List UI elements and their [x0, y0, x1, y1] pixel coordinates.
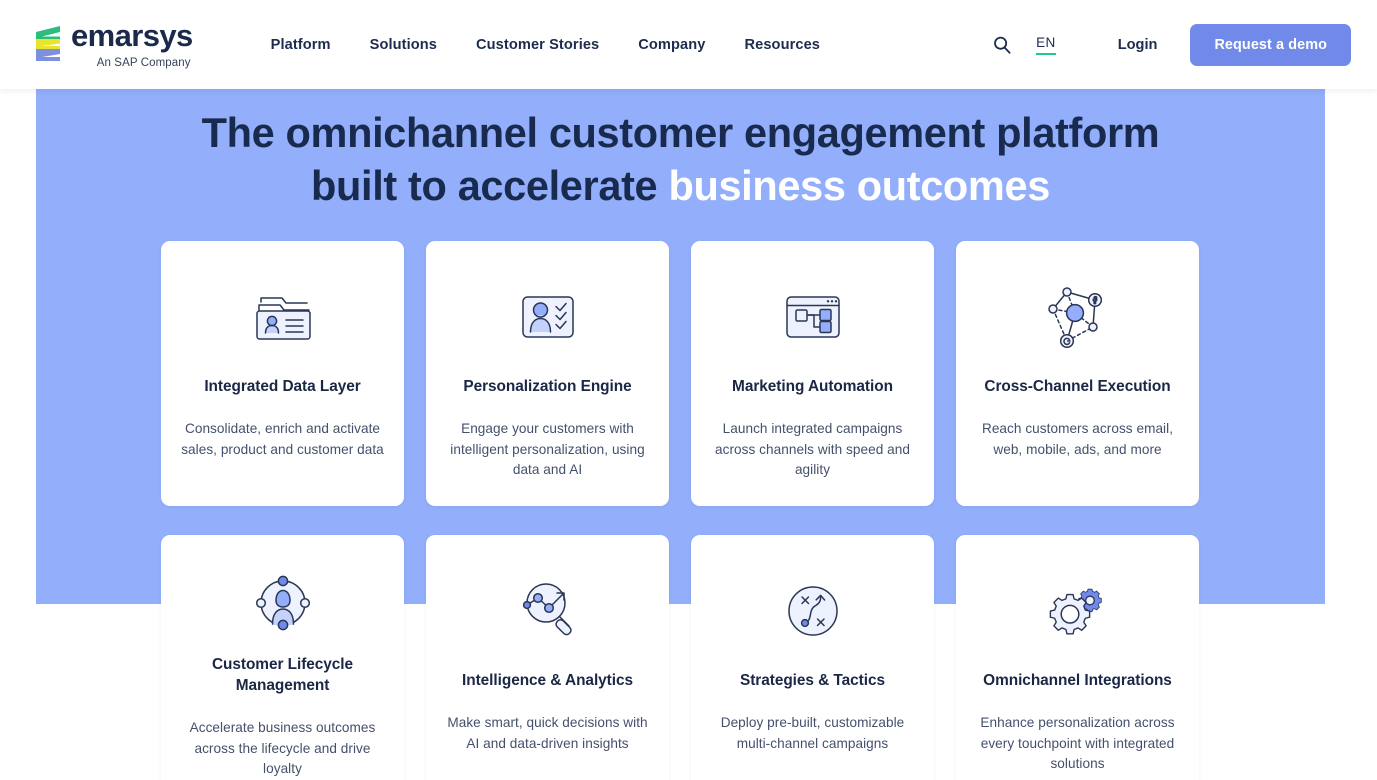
login-link[interactable]: Login: [1118, 37, 1158, 53]
header-actions: EN Login Request a demo: [985, 23, 1351, 66]
feature-card[interactable]: Marketing Automation Launch integrated c…: [691, 241, 934, 506]
strategy-path-icon: [782, 563, 844, 659]
card-description: Reach customers across email, web, mobil…: [981, 420, 1174, 457]
folder-contact-card-icon: [249, 269, 317, 365]
brand-tagline: An SAP Company: [96, 56, 191, 69]
search-button[interactable]: [985, 28, 1019, 62]
feature-card[interactable]: Omnichannel Integrations Enhance persona…: [956, 535, 1199, 780]
card-title: Personalization Engine: [463, 378, 632, 395]
nav-item-customer-stories[interactable]: Customer Stories: [476, 37, 599, 53]
gears-icon: [1043, 563, 1113, 659]
hero-title-line2-lead: built to accelerate: [311, 161, 669, 209]
card-description: Enhance personalization across every tou…: [980, 714, 1175, 772]
search-icon: [994, 36, 1011, 54]
feature-card[interactable]: Intelligence & Analytics Make smart, qui…: [426, 535, 669, 780]
browser-workflow-icon: [780, 269, 846, 365]
feature-card[interactable]: Personalization Engine Engage your custo…: [426, 241, 669, 506]
card-title: Strategies & Tactics: [740, 672, 885, 689]
page-root: emarsys An SAP Company Platform Solution…: [0, 0, 1377, 780]
card-description: Engage your customers with intelligent p…: [450, 420, 645, 478]
card-title: Customer Lifecycle Management: [211, 656, 354, 695]
feature-card[interactable]: Cross-Channel Execution Reach customers …: [956, 241, 1199, 506]
card-description: Make smart, quick decisions with AI and …: [447, 714, 648, 751]
card-title: Integrated Data Layer: [204, 378, 361, 395]
feature-card[interactable]: Integrated Data Layer Consolidate, enric…: [161, 241, 404, 506]
request-demo-button[interactable]: Request a demo: [1190, 23, 1351, 66]
profile-checklist-icon: [516, 269, 580, 365]
network-nodes-icon: [1043, 269, 1113, 365]
feature-card-grid: Integrated Data Layer Consolidate, enric…: [161, 241, 1200, 780]
nav-item-solutions[interactable]: Solutions: [370, 37, 437, 53]
feature-card[interactable]: Strategies & Tactics Deploy pre-built, c…: [691, 535, 934, 780]
page-title: The omnichannel customer engagement plat…: [36, 89, 1325, 212]
hero-content: The omnichannel customer engagement plat…: [36, 89, 1325, 212]
nav-item-resources[interactable]: Resources: [744, 37, 820, 53]
hero-title-line1: The omnichannel customer engagement plat…: [201, 109, 1160, 156]
card-description: Launch integrated campaigns across chann…: [715, 420, 910, 478]
brand-name: emarsys: [71, 17, 193, 53]
card-description: Deploy pre-built, customizable multi-cha…: [720, 714, 905, 751]
language-switcher[interactable]: EN: [1036, 35, 1056, 55]
feature-card[interactable]: Customer Lifecycle Management Accelerate…: [161, 535, 404, 780]
emarsys-logo-icon: [36, 25, 60, 61]
card-title: Omnichannel Integrations: [983, 672, 1172, 689]
site-header: emarsys An SAP Company Platform Solution…: [0, 0, 1377, 89]
magnifier-trendline-icon: [512, 563, 584, 659]
card-description: Consolidate, enrich and activate sales, …: [181, 420, 384, 457]
card-title: Intelligence & Analytics: [462, 672, 633, 689]
main-navigation: Platform Solutions Customer Stories Comp…: [271, 37, 820, 53]
card-title: Marketing Automation: [732, 378, 893, 395]
card-title: Cross-Channel Execution: [984, 378, 1171, 395]
nav-item-platform[interactable]: Platform: [271, 37, 331, 53]
card-description: Accelerate business outcomes across the …: [189, 720, 376, 777]
customer-lifecycle-orbit-icon: [250, 563, 316, 643]
hero-title-accent: business outcomes: [668, 161, 1050, 209]
nav-item-company[interactable]: Company: [638, 37, 705, 53]
brand-logo[interactable]: emarsys An SAP Company: [32, 17, 193, 69]
